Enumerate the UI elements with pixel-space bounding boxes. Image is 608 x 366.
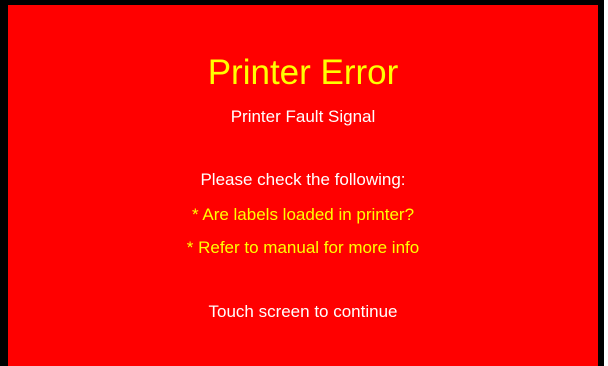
frame-border-right	[598, 0, 604, 366]
instruction-item-manual: * Refer to manual for more info	[186, 238, 420, 257]
instructions-heading: Please check the following:	[200, 170, 406, 189]
continue-prompt: Touch screen to continue	[208, 302, 398, 321]
frame-border-left	[0, 0, 8, 366]
error-title: Printer Error	[207, 53, 399, 92]
window-frame: Printer Error Printer Fault Signal Pleas…	[0, 0, 608, 366]
printer-error-screen[interactable]: Printer Error Printer Fault Signal Pleas…	[8, 5, 598, 366]
instruction-item-labels: * Are labels loaded in printer?	[191, 205, 415, 224]
error-subtitle: Printer Fault Signal	[230, 107, 376, 126]
